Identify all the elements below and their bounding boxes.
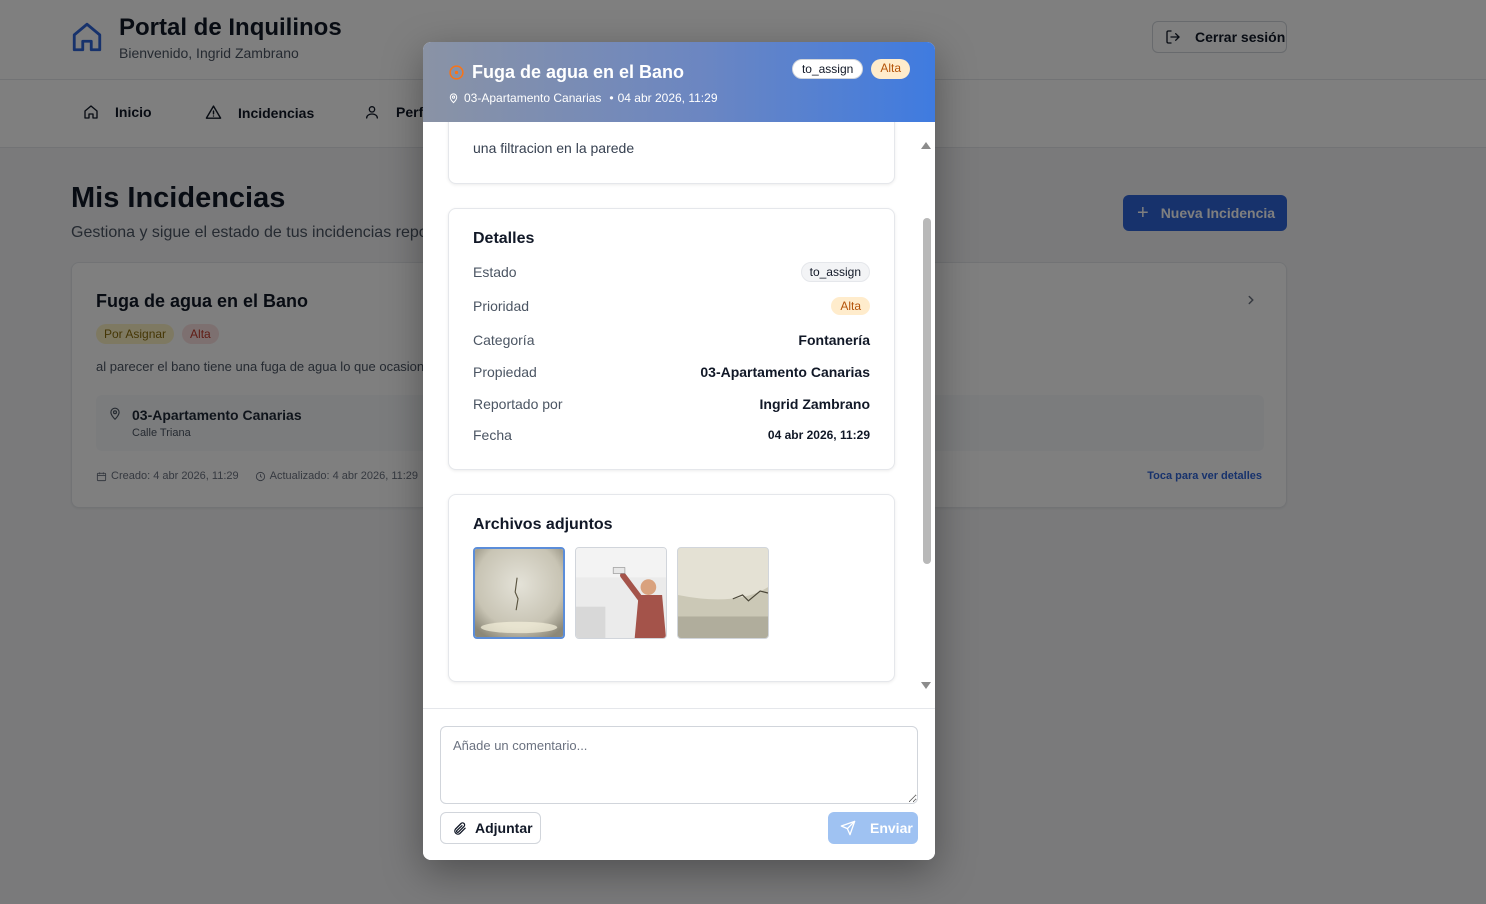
priority-badge: Alta [871, 59, 910, 79]
detail-value: Ingrid Zambrano [759, 396, 870, 412]
detail-value: 03-Apartamento Canarias [700, 364, 870, 380]
modal-badges: to_assign Alta [791, 59, 910, 79]
incident-detail-modal: Fuga de agua en el Bano 03-Apartamento C… [423, 42, 935, 860]
attachment-thumbnail-3[interactable] [677, 547, 769, 639]
detail-row-reportado: Reportado por Ingrid Zambrano [473, 392, 870, 416]
detail-label: Fecha [473, 427, 512, 443]
scroll-down-arrow-icon[interactable] [921, 682, 931, 689]
paperclip-icon [454, 821, 466, 835]
attach-button[interactable]: Adjuntar [440, 812, 541, 844]
attachment-thumbnails [473, 547, 769, 639]
send-button[interactable]: Enviar [828, 812, 918, 844]
attachment-thumbnail-2[interactable] [575, 547, 667, 639]
modal-meta: 03-Apartamento Canarias • 04 abr 2026, 1… [448, 91, 718, 105]
scrollbar-thumb[interactable] [923, 218, 931, 564]
details-title: Detalles [473, 230, 535, 247]
description-text: una filtracion en la parede [473, 140, 635, 156]
attach-label: Adjuntar [475, 820, 533, 836]
modal-property: 03-Apartamento Canarias [464, 91, 602, 105]
attachment-thumbnail-1[interactable] [473, 547, 565, 639]
detail-label: Prioridad [473, 298, 530, 314]
status-badge: to_assign [800, 262, 870, 282]
detail-value: 04 abr 2026, 11:29 [767, 428, 870, 442]
modal-date: 04 abr 2026, 11:29 [617, 91, 718, 105]
status-circle-icon [449, 65, 464, 80]
priority-badge: Alta [831, 297, 870, 315]
detail-row-fecha: Fecha 04 abr 2026, 11:29 [473, 423, 870, 447]
detail-row-prioridad: Prioridad Alta [473, 294, 870, 318]
description-section: una filtracion en la parede [448, 122, 895, 184]
detail-label: Reportado por [473, 396, 563, 412]
attachments-title: Archivos adjuntos [473, 516, 613, 533]
send-icon [840, 820, 856, 836]
attachments-section: Archivos adjuntos [448, 494, 895, 682]
modal-title: Fuga de agua en el Bano [472, 62, 685, 82]
send-label: Enviar [870, 820, 913, 836]
detail-row-propiedad: Propiedad 03-Apartamento Canarias [473, 360, 870, 384]
scroll-up-arrow-icon[interactable] [921, 142, 931, 149]
modal-header: Fuga de agua en el Bano 03-Apartamento C… [423, 42, 935, 122]
detail-label: Categoría [473, 332, 535, 348]
detail-label: Propiedad [473, 364, 537, 380]
separator-dot: • [609, 91, 614, 105]
status-badge: to_assign [791, 59, 864, 79]
modal-body[interactable]: una filtracion en la parede Detalles Est… [423, 122, 935, 708]
comment-input[interactable] [440, 726, 918, 804]
detail-row-categoria: Categoría Fontanería [473, 328, 870, 352]
map-pin-icon [449, 92, 458, 103]
details-section: Detalles Estado to_assign Prioridad Alta… [448, 208, 895, 470]
detail-label: Estado [473, 264, 517, 280]
detail-row-estado: Estado to_assign [473, 260, 870, 284]
modal-footer: Adjuntar Enviar [423, 708, 935, 860]
detail-value: Fontanería [798, 332, 870, 348]
